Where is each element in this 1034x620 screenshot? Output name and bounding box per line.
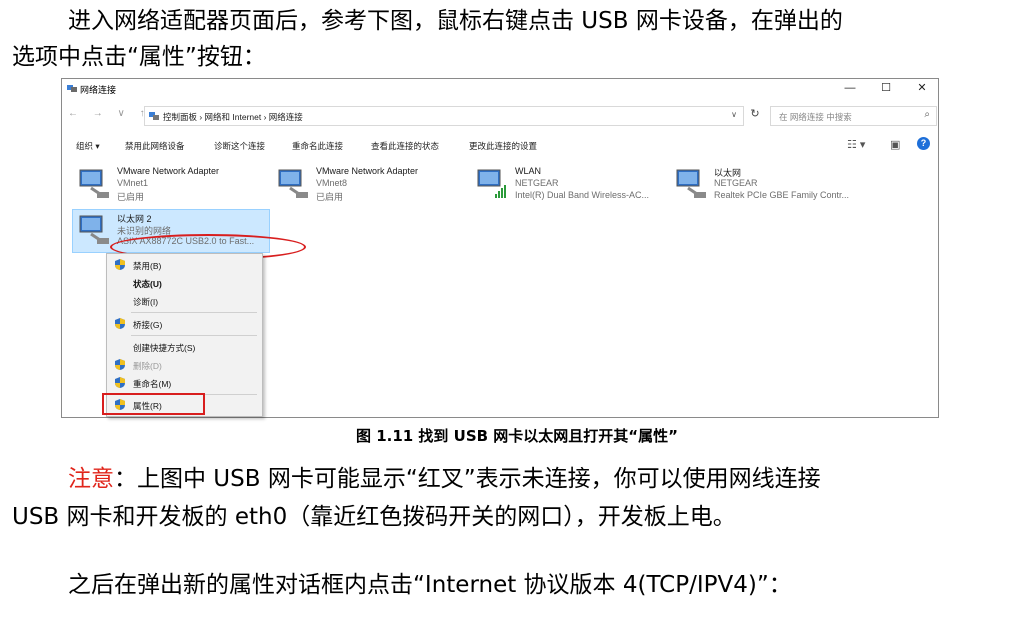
command-bar: 组织 ▾ 禁用此网络设备 诊断这个连接 重命名此连接 查看此连接的状态 更改此连… [62,134,938,156]
menu-item-rename[interactable]: 重命名(M) [133,378,171,390]
network-adapter-icon [79,169,109,198]
chevron-down-icon[interactable]: ∨ [731,110,737,119]
adapter-network: NETGEAR [714,178,758,188]
figure-caption: 图 1.11 找到 USB 网卡以太网且打开其“属性” [355,427,679,445]
adapter-device: 已启用 [117,192,145,202]
network-adapter-icon [278,169,308,198]
help-icon[interactable]: ? [917,137,930,150]
shield-icon [115,259,125,270]
search-placeholder: 在 网络连接 中搜索 [779,112,852,122]
window-title: 网络连接 [80,85,117,95]
adapter-network: VMnet1 [117,178,149,188]
minimize-button[interactable]: — [840,81,860,95]
adapter-ethernet[interactable]: 以太网 NETGEAR Realtek PCIe GBE Family Cont… [670,164,865,204]
maximize-button[interactable]: ☐ [876,81,896,95]
cmd-diagnose[interactable]: 诊断这个连接 [214,140,265,152]
shield-icon [115,318,125,329]
menu-separator [131,312,257,313]
intro-line-2: 选项中点击“属性”按钮： [12,44,266,70]
adapter-name: WLAN [515,166,542,176]
red-highlight-box [102,393,205,415]
shield-icon [115,377,125,388]
intro-line-1: 进入网络适配器页面后，参考下图，鼠标右键点击 USB 网卡设备，在弹出的 [68,8,843,34]
cmd-change-settings[interactable]: 更改此连接的设置 [469,140,537,152]
breadcrumb[interactable]: 控制面板 › 网络和 Internet › 网络连接 [163,111,303,123]
menu-item-status[interactable]: 状态(U) [133,278,162,290]
adapter-wlan[interactable]: WLAN NETGEAR Intel(R) Dual Band Wireless… [471,164,666,204]
network-connections-window: 网络连接 — ☐ ✕ ← → ∨ ↑ 控制面板 › 网络和 Internet ›… [61,78,939,418]
cmd-disable-device[interactable]: 禁用此网络设备 [125,140,185,152]
note-label: 注意 [68,466,114,492]
adapter-vmnet1[interactable]: VMware Network Adapter VMnet1 已启用 [73,164,268,204]
nav-arrows[interactable]: ← → ∨ ↑ [68,108,151,119]
after-line: 之后在弹出新的属性对话框内点击“Internet 协议版本 4(TCP/IPV4… [68,572,792,598]
network-folder-icon [67,85,77,92]
close-button[interactable]: ✕ [912,81,932,95]
search-icon[interactable]: ⌕ [924,109,930,120]
menu-item-diagnose[interactable]: 诊断(I) [133,296,158,308]
title-bar: 网络连接 — ☐ ✕ [62,79,938,99]
adapter-device: Realtek PCIe GBE Family Contr... [714,190,850,200]
note-line-1: 注意：上图中 USB 网卡可能显示“红叉”表示未连接，你可以使用网线连接 [68,462,821,496]
view-options-icon[interactable]: ☷ ▾ [847,138,865,151]
cmd-view-status[interactable]: 查看此连接的状态 [371,140,439,152]
cmd-rename[interactable]: 重命名此连接 [292,140,343,152]
adapter-network: NETGEAR [515,178,559,188]
refresh-icon[interactable]: ↻ [747,107,763,123]
cmd-organize[interactable]: 组织 ▾ [76,140,100,152]
menu-item-delete: 删除(D) [133,361,162,371]
network-adapter-icon [79,215,109,244]
adapter-device: 已启用 [316,192,344,202]
note-line-2: USB 网卡和开发板的 eth0（靠近红色拨码开关的网口），开发板上电。 [12,504,736,530]
adapter-name: VMware Network Adapter [117,166,220,176]
menu-item-disable[interactable]: 禁用(B) [133,260,161,272]
wifi-adapter-icon [477,169,506,198]
adapter-vmnet8[interactable]: VMware Network Adapter VMnet8 已启用 [272,164,467,204]
shield-icon [115,359,125,370]
note-text: ：上图中 USB 网卡可能显示“红叉”表示未连接，你可以使用网线连接 [114,466,821,492]
preview-pane-icon[interactable]: ▣ [890,138,900,151]
network-adapter-icon [676,169,706,198]
network-icon [149,112,159,120]
menu-item-create-shortcut[interactable]: 创建快捷方式(S) [133,342,195,354]
adapter-name: VMware Network Adapter [316,166,419,176]
adapter-device: Intel(R) Dual Band Wireless-AC... [515,190,650,200]
menu-item-bridge[interactable]: 桥接(G) [133,319,162,331]
search-input[interactable]: 在 网络连接 中搜索 ⌕ [770,106,937,126]
menu-separator [131,335,257,336]
address-bar[interactable]: 控制面板 › 网络和 Internet › 网络连接 ∨ [144,106,744,126]
adapter-network: VMnet8 [316,178,348,188]
